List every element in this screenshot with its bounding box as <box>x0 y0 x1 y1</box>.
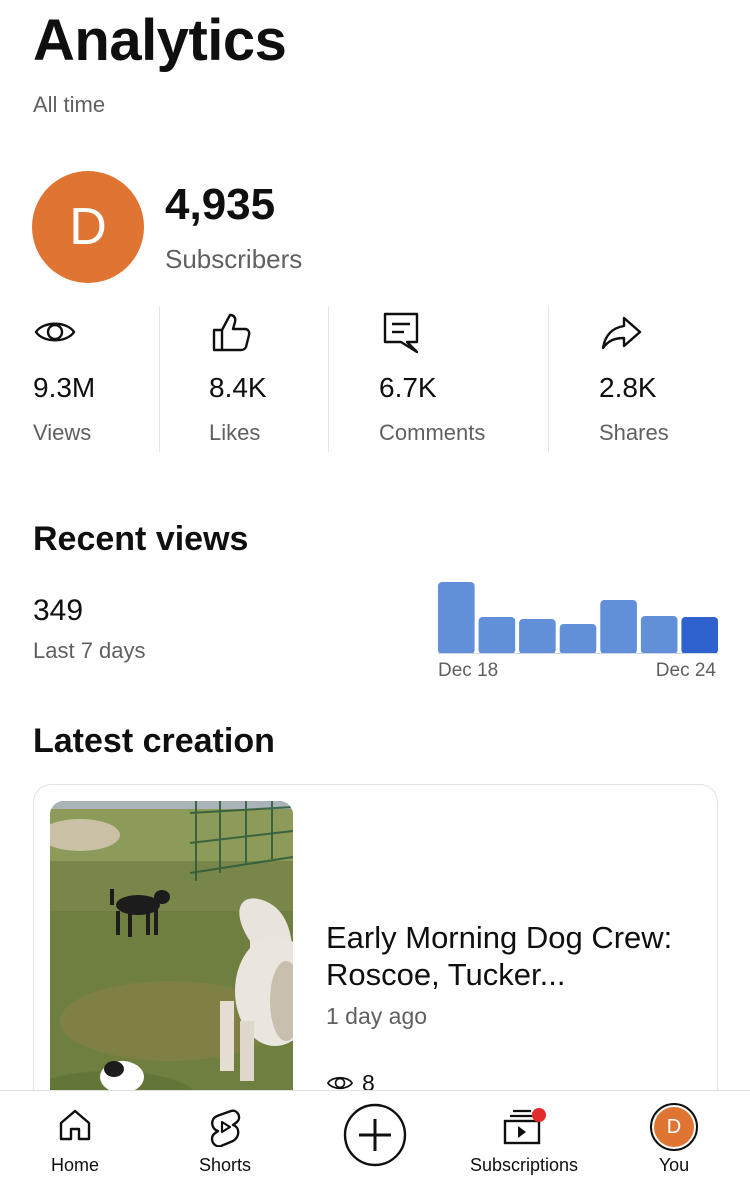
nav-home[interactable]: Home <box>0 1091 150 1177</box>
chart-baseline <box>438 653 718 654</box>
latest-creation-title: Latest creation <box>33 722 275 760</box>
recent-views-title: Recent views <box>33 520 249 558</box>
recent-views-count: 349 <box>33 594 84 627</box>
divider <box>548 306 549 452</box>
chart-bar-dec-23 <box>640 616 678 654</box>
nav-shorts[interactable]: Shorts <box>150 1091 300 1177</box>
comment-icon <box>383 312 419 354</box>
stat-value: 9.3M <box>33 372 96 403</box>
home-icon <box>59 1109 91 1141</box>
divider <box>328 306 329 452</box>
subscriptions-icon <box>503 1108 546 1145</box>
video-thumbnail[interactable] <box>50 801 293 1121</box>
nav-label: Subscriptions <box>469 1155 579 1175</box>
chart-bar-dec-24 <box>681 617 718 654</box>
share-icon <box>601 316 642 350</box>
shorts-icon <box>210 1109 241 1147</box>
chart-bar-dec-21 <box>559 624 597 654</box>
recent-views-chart[interactable]: Dec 18 Dec 24 <box>438 580 718 685</box>
stat-label: Comments <box>379 420 486 445</box>
chart-start-label: Dec 18 <box>438 660 499 681</box>
latest-video-card[interactable]: Early Morning Dog Crew: Roscoe, Tucker..… <box>33 784 718 1124</box>
nav-subscriptions[interactable]: Subscriptions <box>449 1091 599 1177</box>
avatar: D <box>650 1103 698 1151</box>
chart-bar-dec-19 <box>478 617 516 654</box>
nav-create[interactable] <box>300 1091 450 1177</box>
chart-end-label: Dec 24 <box>655 660 716 681</box>
stat-label: Shares <box>599 420 669 445</box>
video-age: 1 day ago <box>326 1003 428 1029</box>
video-title[interactable]: Early Morning Dog Crew: Roscoe, Tucker..… <box>326 919 706 993</box>
stat-value: 6.7K <box>379 372 437 403</box>
subscriber-count: 4,935 <box>165 180 276 229</box>
chart-bar-dec-18 <box>438 582 475 654</box>
bottom-nav: Home Shorts Subscriptions D You <box>0 1090 750 1177</box>
nav-you[interactable]: D You <box>599 1091 749 1177</box>
nav-label: Shorts <box>198 1155 252 1175</box>
recent-views-period: Last 7 days <box>33 638 146 663</box>
eye-icon <box>34 322 76 342</box>
stats-row: 9.3M Views 8.4K Likes 6.7K Comments 2.8K… <box>0 306 750 452</box>
create-icon <box>343 1103 407 1167</box>
avatar-letter: D <box>654 1107 694 1147</box>
nav-label: Home <box>50 1155 99 1175</box>
chart-bar-dec-22 <box>600 600 637 654</box>
chart-bars <box>438 582 718 654</box>
nav-label: You <box>658 1155 690 1175</box>
divider <box>159 306 160 452</box>
time-range-label[interactable]: All time <box>33 92 105 118</box>
stat-value: 8.4K <box>209 372 267 403</box>
thumbs-up-icon <box>212 313 251 352</box>
channel-avatar[interactable]: D <box>32 171 144 283</box>
stat-value: 2.8K <box>599 372 657 403</box>
chart-bar-dec-20 <box>519 619 556 654</box>
stat-label: Views <box>33 420 92 445</box>
page-title: Analytics <box>33 8 287 73</box>
stat-label: Likes <box>209 420 261 445</box>
subscriber-label: Subscribers <box>165 244 303 274</box>
